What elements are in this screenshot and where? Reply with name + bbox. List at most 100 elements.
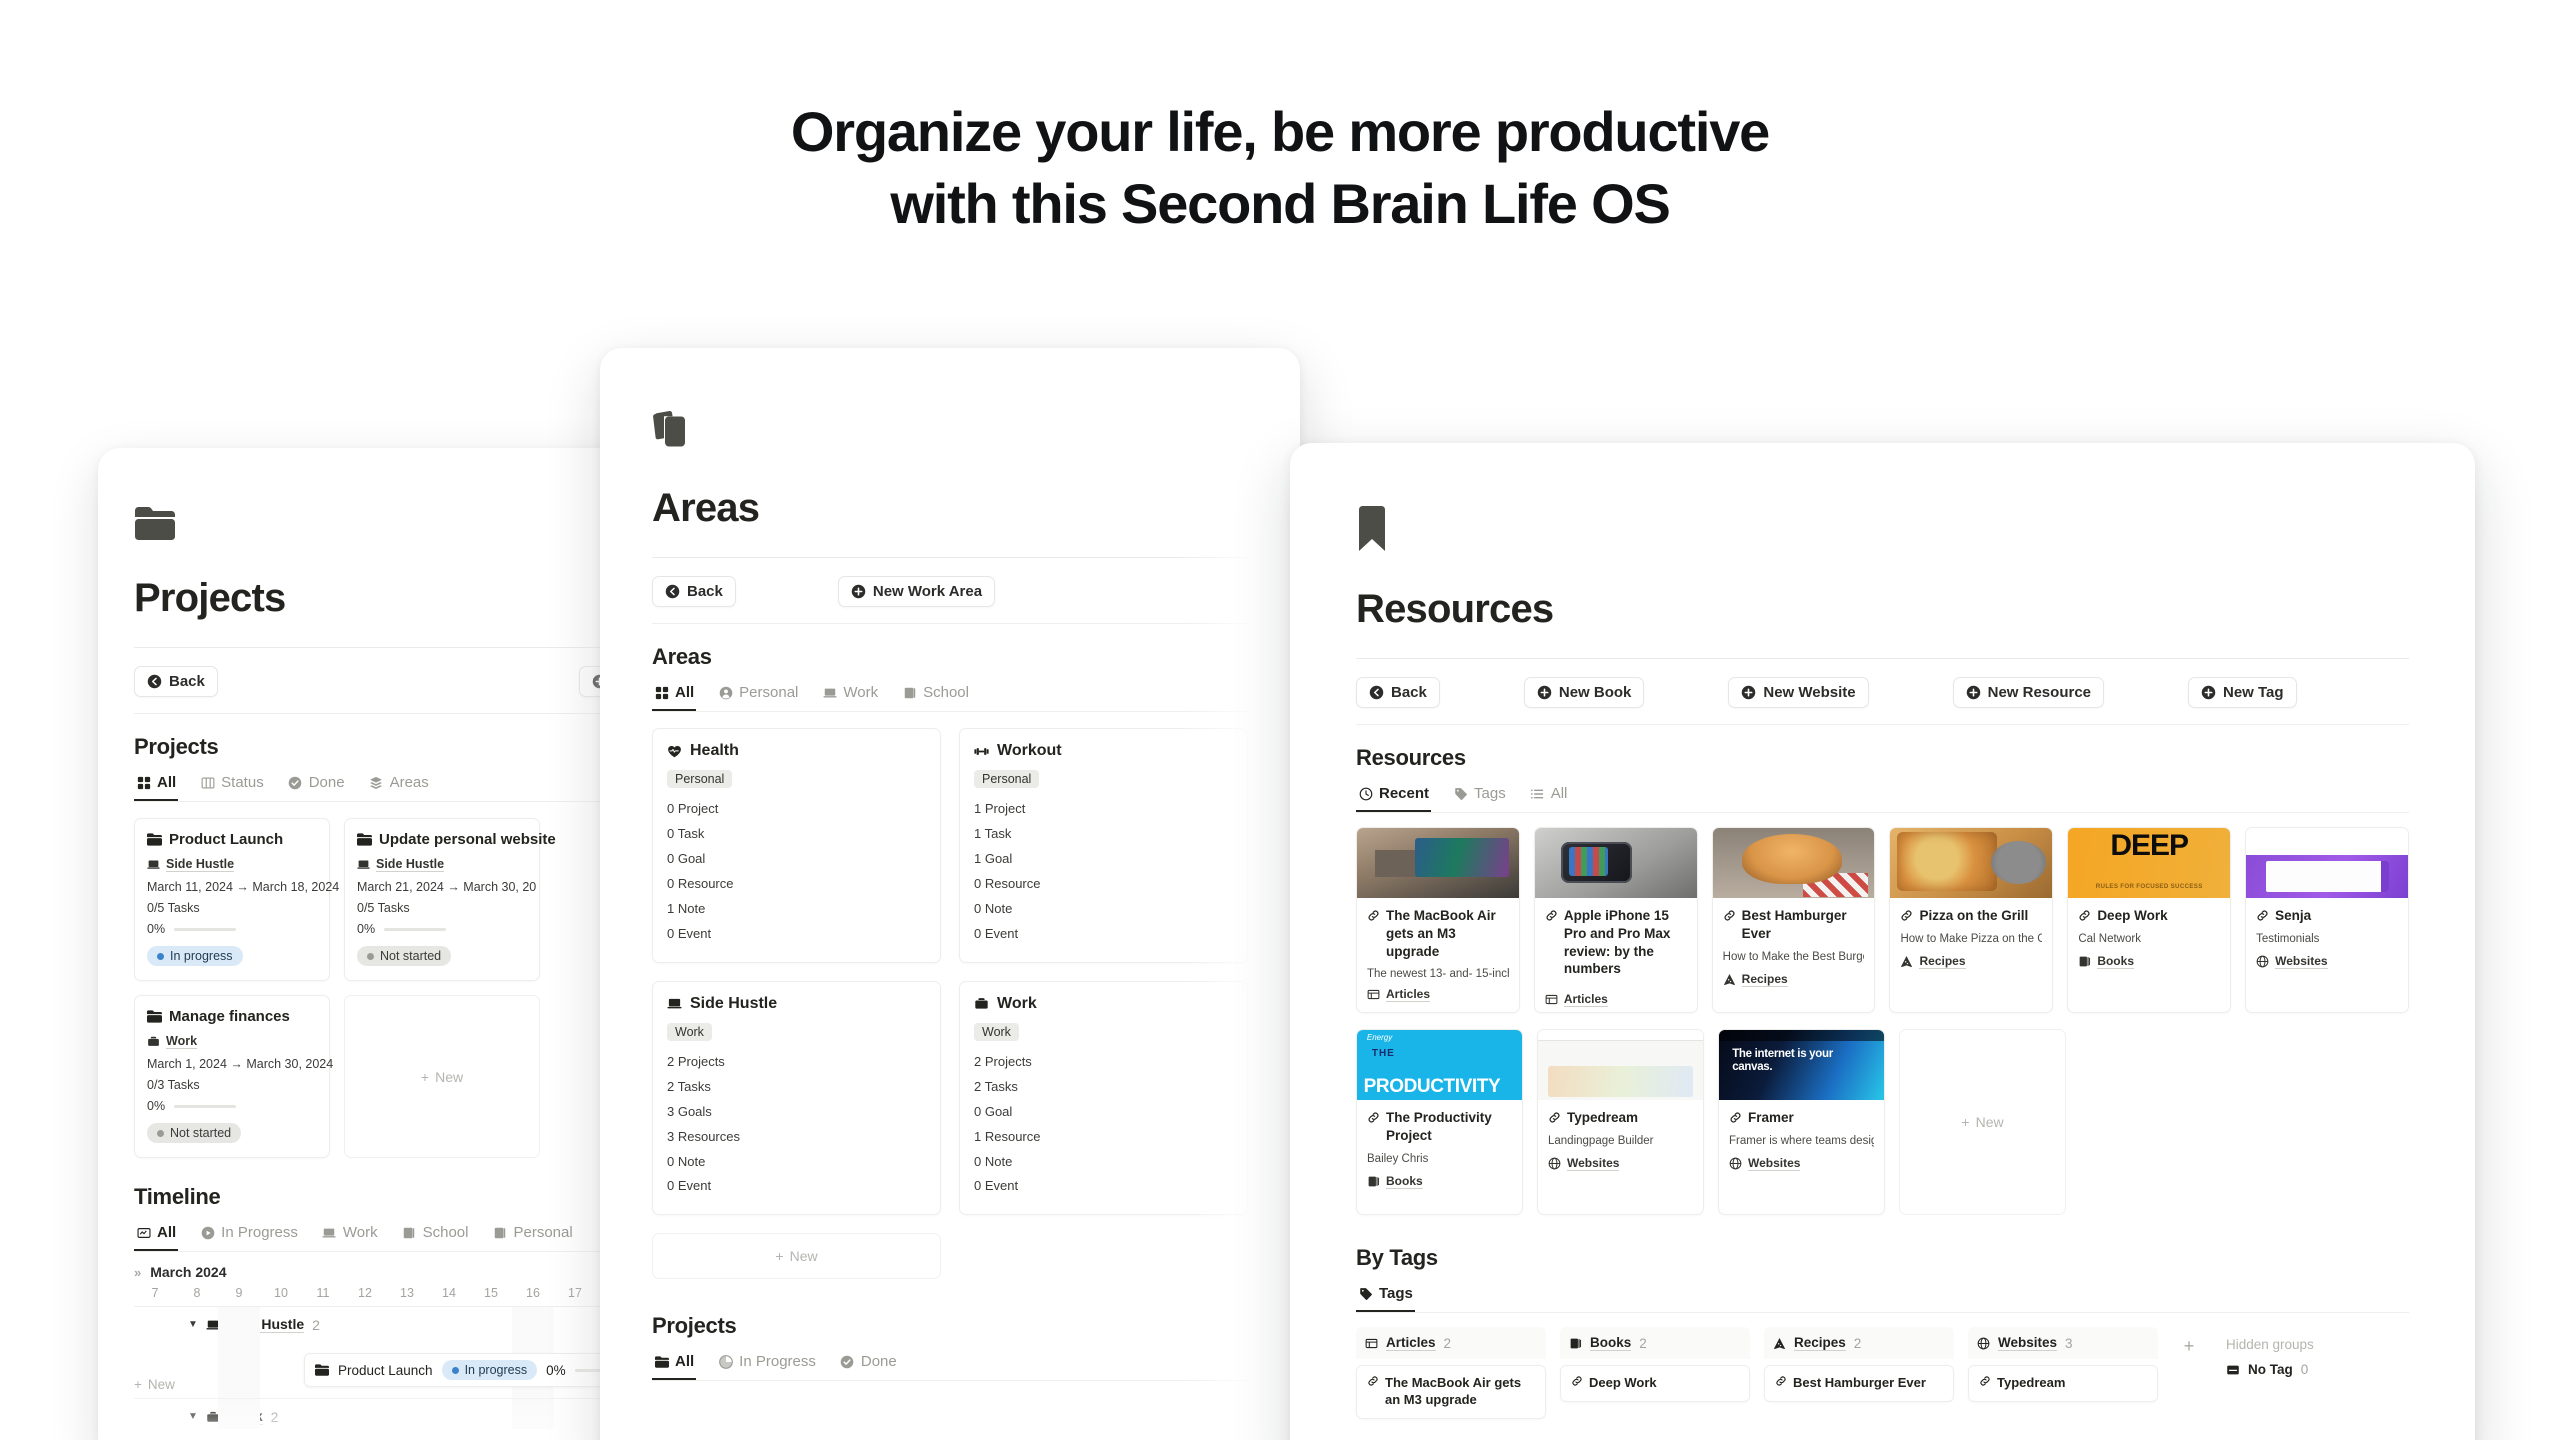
tab-all[interactable]: All (1528, 781, 1570, 812)
new-project-card[interactable]: + New (344, 995, 540, 1158)
tag-group-item[interactable]: Typedream (1968, 1365, 2158, 1402)
folder-icon (315, 1364, 329, 1376)
link-icon (1367, 1111, 1380, 1124)
resource-tag[interactable]: Recipes (1900, 954, 2042, 969)
timeline-tab-all[interactable]: All (134, 1220, 179, 1251)
resource-card[interactable]: Typedream Landingpage Builder Websites (1537, 1029, 1704, 1215)
caret-down-icon[interactable]: ▼ (188, 1319, 198, 1330)
tag-item-title-row: Deep Work (1571, 1375, 1739, 1392)
project-card-title-row: Product Launch (147, 831, 317, 848)
chevron-right-double-icon[interactable]: » (134, 1265, 141, 1280)
tag-group-header[interactable]: Articles 2 (1356, 1327, 1546, 1359)
timeline-new-row[interactable]: + New (134, 1377, 175, 1392)
resource-card[interactable]: Senja Testimonials Websites (2245, 827, 2409, 1013)
timeline-group-side-hustle[interactable]: ▼ Side Hustle 2 (134, 1307, 652, 1337)
project-card[interactable]: Product Launch Side Hustle March 11, 202… (134, 818, 339, 981)
new-website-button-label: New Website (1763, 684, 1856, 701)
status-badge[interactable]: Not started (147, 1123, 242, 1143)
tab-in-progress[interactable]: In Progress (716, 1349, 818, 1380)
resource-thumbnail: The internet is your canvas. (1719, 1030, 1884, 1100)
resource-card[interactable]: The MacBook Air gets an M3 upgrade The n… (1356, 827, 1520, 1013)
project-area[interactable]: Side Hustle (357, 857, 527, 872)
area-card[interactable]: Side Hustle Work 2 Projects 2 Tasks 3 Go… (652, 980, 941, 1216)
resource-card[interactable]: DEEP RULES FOR FOCUSED SUCCESS Deep Work… (2067, 827, 2232, 1013)
new-resource-card[interactable]: + New (1899, 1029, 2066, 1215)
tab-done[interactable]: Done (286, 770, 347, 801)
resource-tag[interactable]: Books (2078, 954, 2220, 969)
project-card[interactable]: Update personal website Side Hustle Marc… (344, 818, 556, 981)
tab-done[interactable]: Done (838, 1349, 899, 1380)
resource-card[interactable]: Energy THE PRODUCTIVITY The Productivity… (1356, 1029, 1523, 1215)
new-resource-button[interactable]: New Resource (1952, 677, 2104, 708)
tag-group-header[interactable]: Websites 3 (1968, 1327, 2158, 1359)
area-card[interactable]: Work Work 2 Projects 2 Tasks 0 Goal 1 Re… (959, 980, 1248, 1216)
resource-card[interactable]: Apple iPhone 15 Pro and Pro Max review: … (1533, 827, 1698, 1013)
tab-tags[interactable]: Tags (1356, 1281, 1415, 1312)
resource-card[interactable]: Best Hamburger Ever How to Make the Best… (1711, 827, 1876, 1013)
tab-tags[interactable]: Tags (1451, 781, 1508, 812)
resource-tag[interactable]: Books (1367, 1174, 1512, 1189)
tag-group-header[interactable]: Books 2 (1560, 1327, 1750, 1359)
back-button[interactable]: Back (652, 576, 736, 607)
project-card[interactable]: Manage finances Work March 1, 2024 → Mar… (134, 995, 333, 1158)
book-icon (492, 1225, 507, 1240)
caret-down-icon[interactable]: ▼ (188, 1411, 198, 1422)
back-button-label: Back (1391, 684, 1427, 701)
timeline-month-row: » March 2024 (134, 1252, 652, 1286)
projects-card-grid: Product Launch Side Hustle March 11, 202… (134, 818, 652, 1158)
back-button[interactable]: Back (1356, 677, 1440, 708)
new-tag-button[interactable]: New Tag (2188, 677, 2297, 708)
timeline-month: March 2024 (150, 1264, 227, 1280)
back-button-label: Back (687, 583, 723, 600)
tag-group-item[interactable]: Deep Work (1560, 1365, 1750, 1402)
tab-all[interactable]: All (134, 770, 179, 801)
thumbnail-text-framer: The internet is your canvas. (1732, 1048, 1833, 1074)
tab-status[interactable]: Status (198, 770, 266, 801)
laptop-icon (147, 858, 160, 871)
timeline-project-chip[interactable]: Product Launch In progress 0% (304, 1353, 640, 1387)
new-book-button[interactable]: New Book (1523, 677, 1645, 708)
tab-personal[interactable]: Personal (716, 680, 800, 711)
project-card-title-row: Manage finances (147, 1008, 317, 1025)
status-badge[interactable]: In progress (147, 946, 243, 966)
area-stat: 1 Note (667, 900, 706, 916)
resource-tag[interactable]: Websites (1729, 1156, 1874, 1171)
resource-card[interactable]: Pizza on the Grill How to Make Pizza on … (1889, 827, 2054, 1013)
timeline-group-work[interactable]: ▼ Work 2 (134, 1399, 652, 1429)
resource-tag[interactable]: Recipes (1723, 972, 1865, 987)
tag-group-websites: Websites 3 Typedream (1968, 1327, 2158, 1402)
project-title: Update personal website (379, 831, 556, 848)
new-website-button[interactable]: New Website (1728, 677, 1869, 708)
timeline-tab-work[interactable]: Work (320, 1220, 380, 1251)
timeline-tab-school[interactable]: School (400, 1220, 471, 1251)
status-badge[interactable]: Not started (357, 946, 452, 966)
tag-group-header[interactable]: Recipes 2 (1764, 1327, 1954, 1359)
tag-group-item[interactable]: The MacBook Air gets an M3 upgrade (1356, 1365, 1546, 1419)
tab-all[interactable]: All (652, 680, 697, 711)
tag-group-item[interactable]: Best Hamburger Ever (1764, 1365, 1954, 1402)
area-card-title-row: Work (974, 995, 1233, 1013)
area-card[interactable]: Health Personal 0 Project 0 Task 0 Goal … (652, 728, 941, 963)
timeline-tab-in-progress[interactable]: In Progress (198, 1220, 300, 1251)
tab-school[interactable]: School (900, 680, 971, 711)
resource-tag[interactable]: Articles (1367, 987, 1509, 1002)
new-area-card[interactable]: + New (652, 1233, 941, 1280)
new-work-area-button[interactable]: New Work Area (837, 576, 996, 607)
tab-areas[interactable]: Areas (367, 770, 431, 801)
timeline-tab-personal[interactable]: Personal (490, 1220, 574, 1251)
project-area[interactable]: Side Hustle (147, 857, 317, 872)
board-icon (200, 775, 215, 790)
tab-work[interactable]: Work (820, 680, 880, 711)
add-tag-group-button[interactable]: + (2172, 1329, 2206, 1363)
tab-all[interactable]: All (652, 1349, 697, 1381)
no-tag-group[interactable]: No Tag 0 (2226, 1362, 2314, 1377)
tab-recent[interactable]: Recent (1356, 781, 1432, 812)
resource-tag[interactable]: Websites (1548, 1156, 1693, 1171)
books-icon (1569, 1337, 1582, 1350)
area-card[interactable]: Workout Personal 1 Project 1 Task 1 Goal… (959, 728, 1248, 963)
back-button[interactable]: Back (134, 666, 218, 697)
resource-tag[interactable]: Articles (1545, 992, 1687, 1008)
project-area[interactable]: Work (147, 1034, 317, 1049)
resource-card[interactable]: The internet is your canvas. Framer Fram… (1718, 1029, 1885, 1215)
resource-tag[interactable]: Websites (2256, 954, 2398, 969)
